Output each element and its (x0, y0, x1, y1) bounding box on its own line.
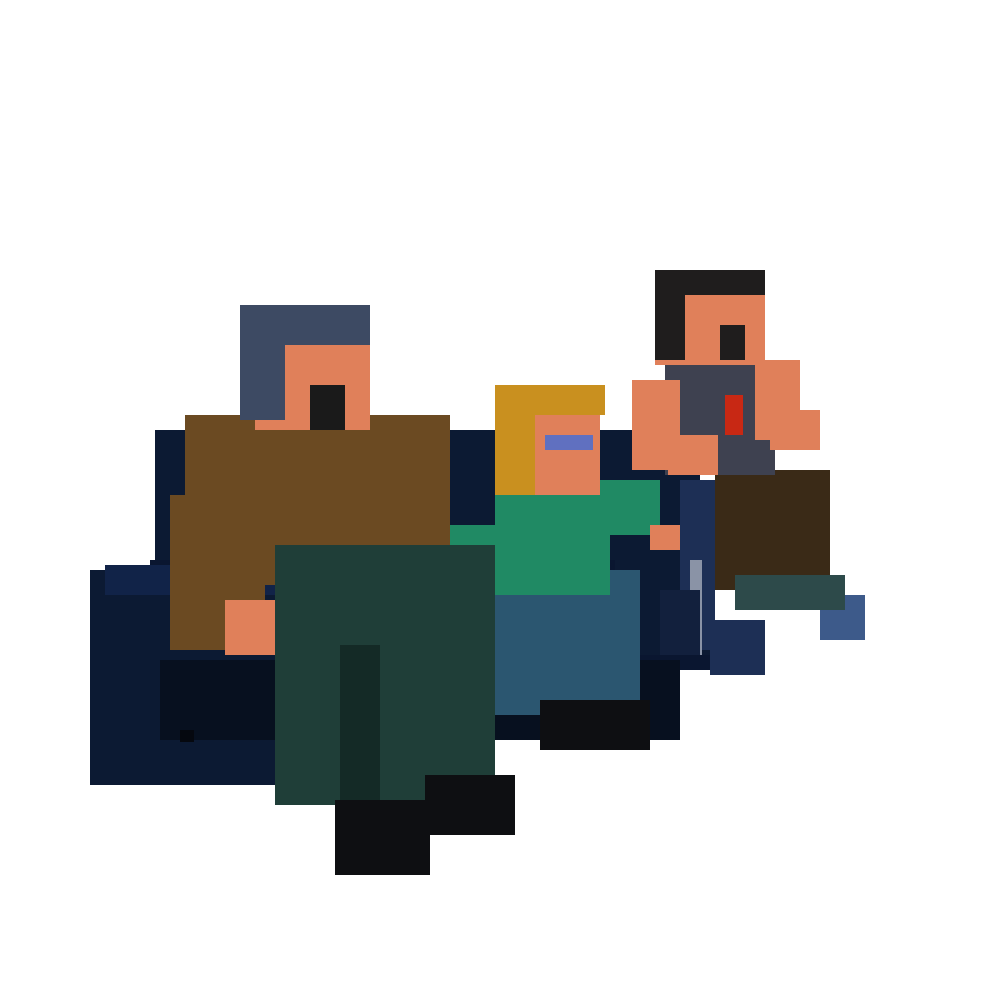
older-man-shoes-left (335, 800, 430, 875)
older-man-shoes-right (425, 775, 515, 835)
voxel-scene (0, 0, 1000, 1000)
young-man-beard (720, 325, 745, 360)
wheelchair-wheel (660, 590, 700, 655)
child-shoes (540, 700, 650, 750)
young-man-figure (632, 270, 865, 675)
young-man-left-hand (668, 435, 718, 475)
young-man-right-hand (770, 410, 820, 450)
older-man-hair-side (240, 335, 285, 420)
older-man-beard (310, 385, 345, 430)
older-man-figure (170, 305, 515, 875)
older-man-right-arm (390, 445, 450, 555)
young-man-shirt-logo (725, 395, 743, 435)
child-shirt (495, 485, 610, 595)
child-right-hand (650, 525, 680, 550)
sofa-leg (180, 730, 194, 742)
older-man-pants-shadow (340, 645, 380, 805)
young-man-shoes (735, 575, 845, 610)
child-glasses (545, 435, 593, 450)
older-man-pants (275, 545, 495, 805)
child-hair-side (495, 405, 535, 495)
wheelchair-caster (710, 620, 765, 675)
voxel-illustration (90, 270, 865, 875)
young-man-hair-side (655, 290, 685, 360)
young-man-legs (715, 470, 830, 590)
